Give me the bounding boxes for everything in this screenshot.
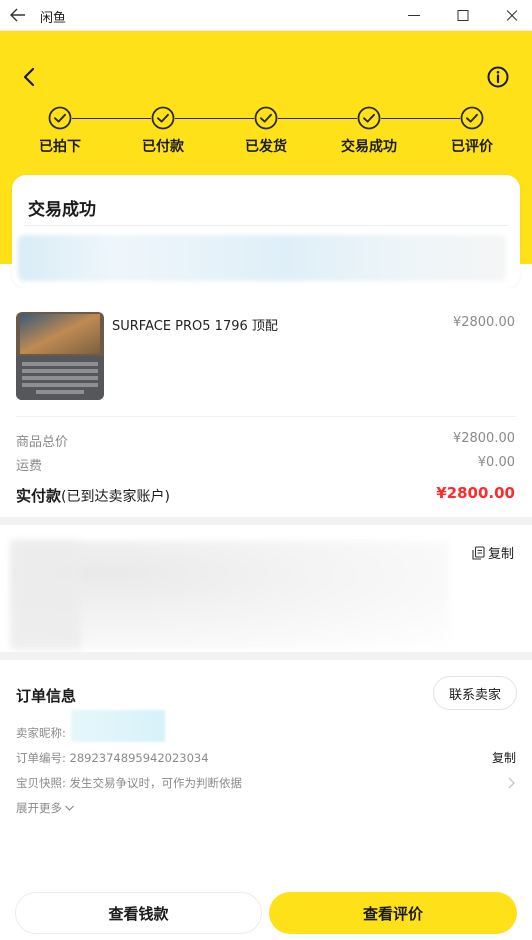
copy-icon xyxy=(472,545,485,560)
order-info-section: 订单信息 联系卖家 卖家昵称: 订单编号: 289237489594202303… xyxy=(0,660,532,882)
order-progress-steps: 已拍下 已付款 已发货 交易成功 已评价 xyxy=(0,106,532,156)
step-paid: 已付款 xyxy=(118,106,208,156)
order-number-value: 2892374895942023034 xyxy=(69,751,209,765)
product-section: SURFACE PRO5 1796 顶配 ¥2800.00 商品总价 ¥2800… xyxy=(0,288,532,517)
paid-label: 实付款 xyxy=(16,487,62,505)
step-completed: 交易成功 xyxy=(324,106,414,156)
copy-address-button[interactable]: 复制 xyxy=(472,543,514,562)
order-number-label: 订单编号: xyxy=(16,751,66,765)
check-circle-icon xyxy=(151,106,175,130)
check-circle-icon xyxy=(357,106,381,130)
redacted-status-detail xyxy=(18,235,506,281)
redacted-seller-nickname xyxy=(71,710,165,742)
step-label: 已评价 xyxy=(451,139,493,155)
section-gap xyxy=(0,517,532,525)
status-card: 交易成功 xyxy=(12,175,520,288)
minimize-icon[interactable] xyxy=(396,0,432,31)
close-icon[interactable] xyxy=(494,0,530,31)
step-shipped: 已发货 xyxy=(221,106,311,156)
info-icon[interactable] xyxy=(486,65,510,89)
order-info-title: 订单信息 xyxy=(16,687,77,705)
maximize-icon[interactable] xyxy=(445,0,481,31)
copy-address-label: 复制 xyxy=(488,547,515,562)
back-icon[interactable] xyxy=(18,64,42,90)
shipping-label: 运费 xyxy=(16,459,43,474)
window-title: 闲鱼 xyxy=(40,11,67,26)
seller-nickname-label: 卖家昵称: xyxy=(16,726,66,740)
divider xyxy=(24,225,508,226)
product-name[interactable]: SURFACE PRO5 1796 顶配 xyxy=(112,315,278,334)
status-title: 交易成功 xyxy=(28,200,96,220)
paid-amount-value: ¥2800.00 xyxy=(436,484,515,502)
contact-seller-button[interactable]: 联系卖家 xyxy=(433,676,517,710)
snapshot-value: 发生交易争议时，可作为判断依据 xyxy=(69,776,243,790)
copy-order-number-button[interactable]: 复制 xyxy=(492,749,516,766)
view-review-button[interactable]: 查看评价 xyxy=(269,892,517,934)
shipping-address-section: 复制 xyxy=(0,525,532,652)
product-price: ¥2800.00 xyxy=(452,315,515,330)
step-ordered: 已拍下 xyxy=(15,106,105,156)
snapshot-row[interactable]: 宝贝快照: 发生交易争议时，可作为判断依据 xyxy=(16,775,242,791)
order-number-row: 订单编号: 2892374895942023034 xyxy=(16,750,209,766)
snapshot-label: 宝贝快照: xyxy=(16,776,66,790)
product-thumbnail[interactable] xyxy=(16,312,104,400)
expand-more-label: 展开更多 xyxy=(16,801,62,815)
chevron-right-icon[interactable] xyxy=(506,776,516,790)
paid-amount-label: 实付款(已到达卖家账户) xyxy=(16,485,170,506)
divider xyxy=(16,416,516,417)
shipping-value: ¥0.00 xyxy=(477,455,515,470)
paid-note: (已到达卖家账户) xyxy=(61,489,170,505)
window-titlebar: 闲鱼 xyxy=(0,0,532,31)
view-money-button[interactable]: 查看钱款 xyxy=(15,892,262,934)
check-circle-icon xyxy=(460,106,484,130)
bottom-action-bar: 查看钱款 查看评价 xyxy=(0,882,532,940)
window-back-icon[interactable] xyxy=(8,4,28,26)
expand-more-button[interactable]: 展开更多 xyxy=(16,800,75,816)
step-label: 交易成功 xyxy=(341,139,397,155)
total-price-label: 商品总价 xyxy=(16,435,69,450)
step-label: 已付款 xyxy=(142,139,184,155)
step-label: 已发货 xyxy=(245,139,287,155)
total-price-value: ¥2800.00 xyxy=(452,431,515,446)
section-gap xyxy=(0,652,532,660)
chevron-down-icon xyxy=(65,805,74,811)
step-reviewed: 已评价 xyxy=(427,106,517,156)
redacted-address-icon xyxy=(11,541,81,649)
step-label: 已拍下 xyxy=(39,139,81,155)
check-circle-icon xyxy=(48,106,72,130)
check-circle-icon xyxy=(254,106,278,130)
